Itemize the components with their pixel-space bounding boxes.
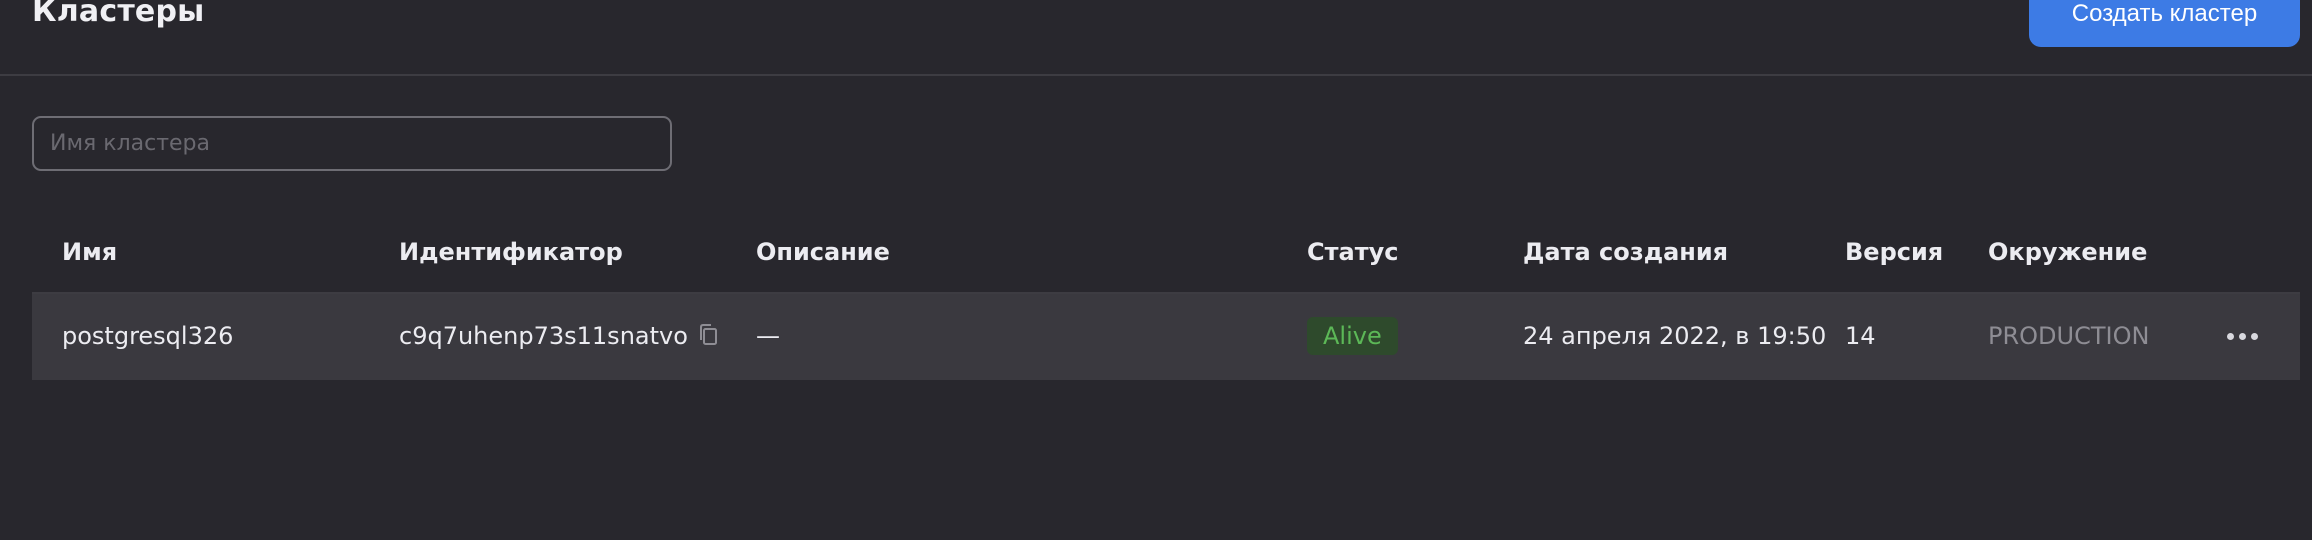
column-header-name: Имя	[62, 238, 118, 266]
column-header-status: Статус	[1307, 238, 1399, 266]
status-badge: Alive	[1307, 317, 1398, 355]
clusters-table: Имя Идентификатор Описание Статус Дата с…	[32, 212, 2300, 380]
column-header-version: Версия	[1845, 238, 1944, 266]
more-dots-icon	[2250, 332, 2258, 340]
column-header-id: Идентификатор	[399, 238, 623, 266]
column-header-created: Дата создания	[1523, 238, 1729, 266]
clusters-page: Кластеры Создать кластер Имя Идентификат…	[0, 0, 2312, 540]
cluster-description: —	[756, 322, 780, 350]
cluster-name: postgresql326	[62, 322, 234, 350]
more-dots-icon	[2226, 332, 2234, 340]
cluster-name-search	[32, 116, 672, 171]
create-cluster-button[interactable]: Создать кластер	[2029, 0, 2300, 47]
cluster-id: c9q7uhenp73s11snatvo	[399, 322, 688, 350]
cluster-created-date: 24 апреля 2022, в 19:50	[1523, 322, 1827, 350]
page-header: Кластеры Создать кластер	[0, 0, 2312, 76]
column-header-environment: Окружение	[1988, 238, 2148, 266]
cluster-environment: PRODUCTION	[1988, 322, 2150, 350]
more-dots-icon	[2238, 332, 2246, 340]
cluster-name-input[interactable]	[34, 118, 670, 169]
cluster-id-cell: c9q7uhenp73s11snatvo	[399, 322, 720, 350]
table-header: Имя Идентификатор Описание Статус Дата с…	[32, 212, 2300, 294]
column-header-description: Описание	[756, 238, 890, 266]
more-actions-button[interactable]	[2218, 318, 2266, 354]
page-title: Кластеры	[32, 0, 205, 29]
table-row[interactable]: postgresql326 c9q7uhenp73s11snatvo — Ali…	[32, 294, 2300, 380]
cluster-version: 14	[1845, 322, 1876, 350]
copy-icon[interactable]	[698, 323, 720, 347]
